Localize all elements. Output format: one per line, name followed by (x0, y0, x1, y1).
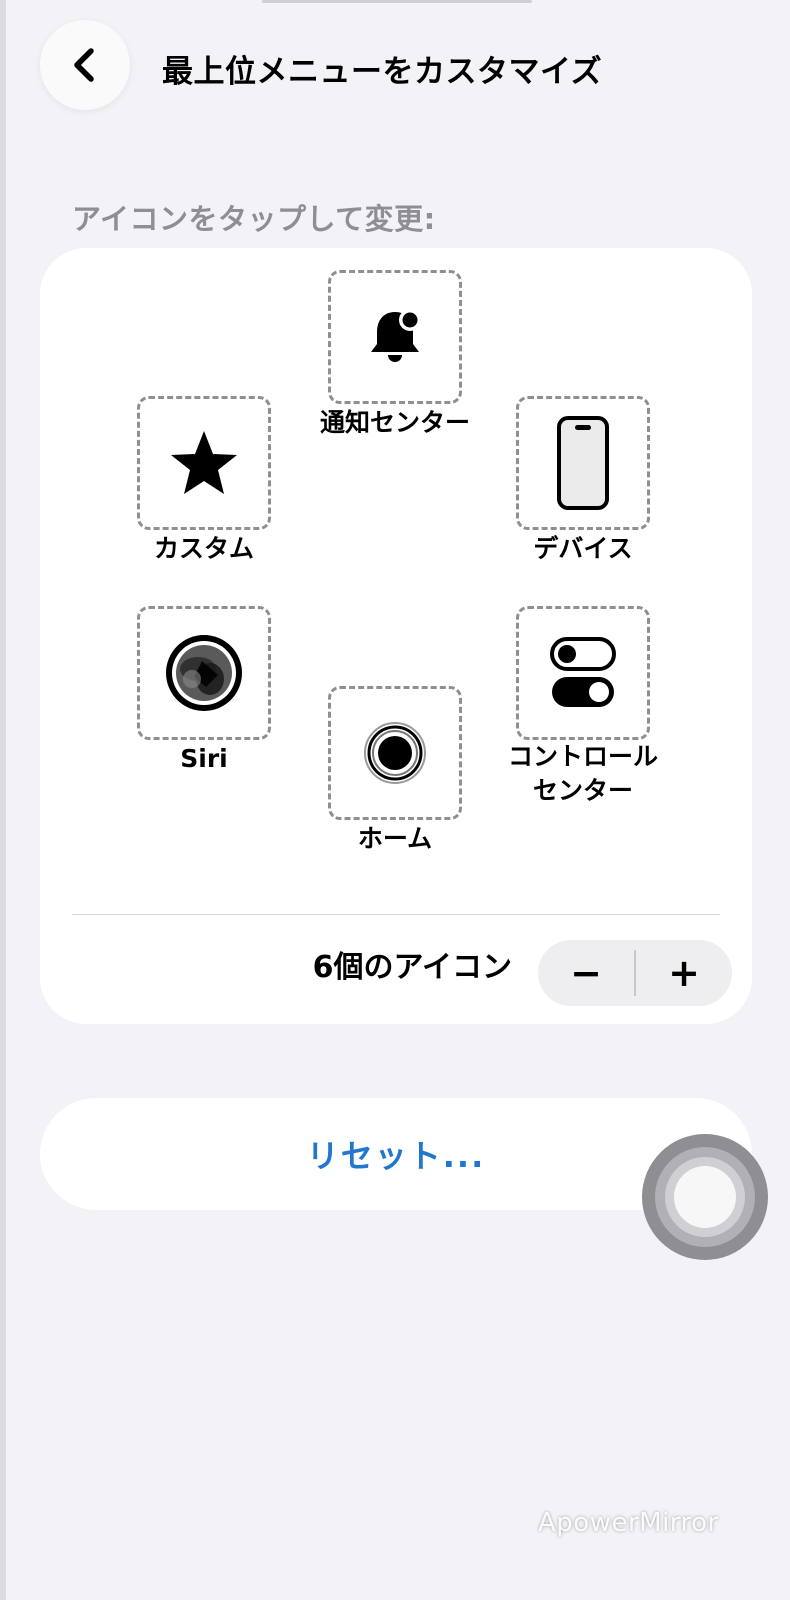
chevron-left-icon (74, 48, 94, 82)
watermark-text: ApowerMirror (538, 1508, 719, 1538)
slot-label-custom: カスタム (153, 534, 254, 563)
slot-label-control-center: コントロール センター (507, 742, 658, 805)
icon-count-stepper: − + (538, 940, 732, 1006)
reset-label: リセット... (306, 1137, 486, 1175)
siri-icon (166, 635, 242, 711)
plus-icon: + (668, 951, 700, 995)
page-title: 最上位メニューをカスタマイズ (162, 54, 603, 90)
minus-icon: − (570, 951, 602, 995)
star-icon (171, 431, 237, 494)
slot-siri[interactable] (137, 606, 271, 740)
home-circle-icon (364, 722, 426, 784)
slot-label-device: デバイス (533, 534, 633, 563)
status-bar-edge (262, 0, 532, 3)
slot-label-home: ホーム (357, 824, 433, 853)
slot-control-center[interactable] (516, 606, 650, 740)
screen-edge (0, 0, 6, 1600)
panel-divider (72, 914, 720, 915)
assistive-touch-inner-ring (665, 1157, 745, 1237)
decrement-button[interactable]: − (538, 940, 634, 1006)
assistive-touch-core (674, 1166, 736, 1228)
slot-notification-center[interactable] (328, 270, 462, 404)
bell-badge-icon (371, 309, 421, 362)
slot-label-siri: Siri (180, 744, 228, 773)
slot-home[interactable] (328, 686, 462, 820)
slot-custom[interactable] (137, 396, 271, 530)
icon-count-label: 6個のアイコン (312, 950, 512, 985)
assistive-touch-button[interactable] (642, 1134, 768, 1260)
back-button[interactable] (40, 20, 130, 110)
slot-label-notification-center: 通知センター (319, 408, 470, 437)
icon-layout-panel: 通知センター カスタム デバイス Siri コントロール センター ホーム 6個… (40, 248, 752, 1024)
increment-button[interactable]: + (636, 940, 732, 1006)
section-header: アイコンをタップして変更: (72, 202, 436, 236)
toggles-icon (550, 637, 616, 707)
slot-device[interactable] (516, 396, 650, 530)
assistive-touch-ring (655, 1147, 755, 1247)
iphone-icon (557, 416, 609, 510)
